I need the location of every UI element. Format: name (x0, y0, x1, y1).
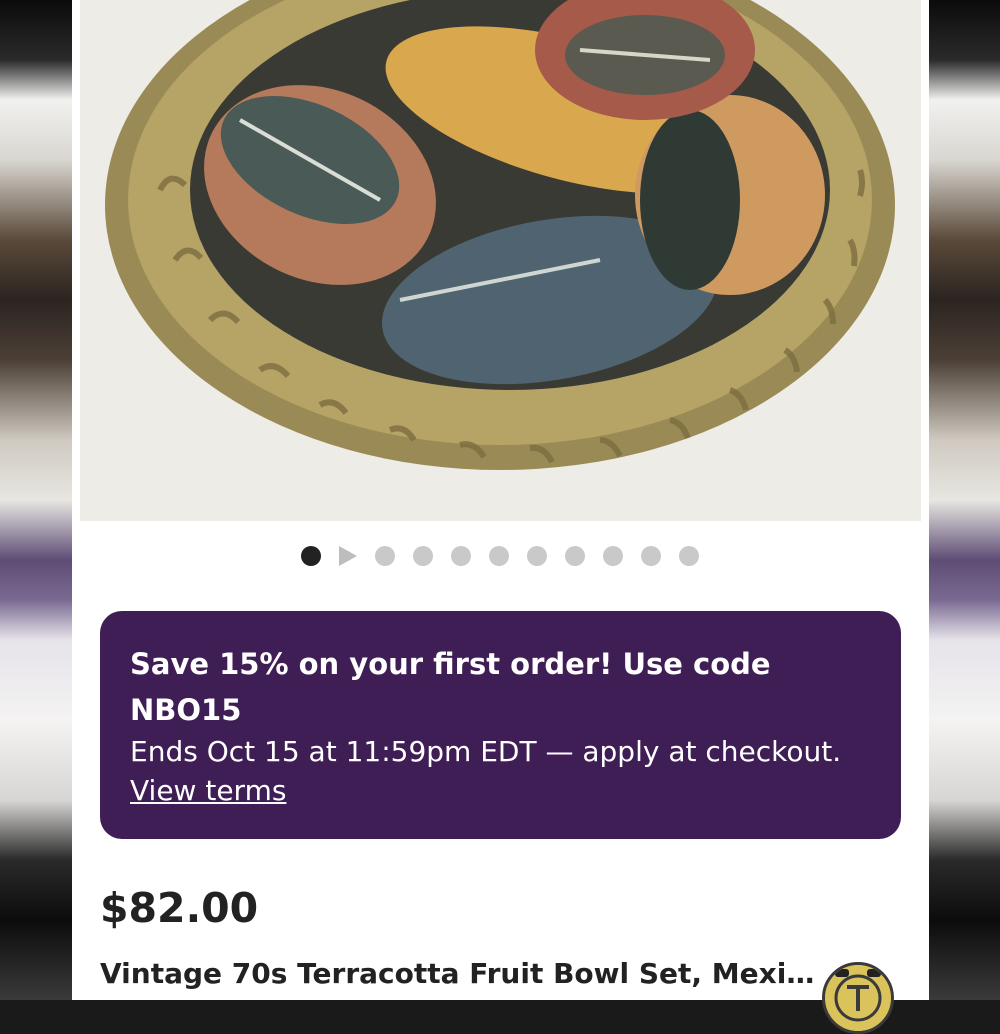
promo-banner: Save 15% on your first order! Use code N… (100, 611, 901, 839)
promo-subtitle: Ends Oct 15 at 11:59pm EDT — apply at ch… (130, 735, 842, 768)
shop-logo-icon (825, 965, 891, 1031)
view-terms-link[interactable]: View terms (130, 771, 286, 811)
shop-avatar-icon[interactable] (822, 962, 894, 1034)
gallery-dot-3[interactable] (375, 546, 395, 566)
listing-price: $82.00 (100, 884, 259, 932)
gallery-dot-4[interactable] (413, 546, 433, 566)
listing-photo[interactable] (80, 0, 921, 521)
video-play-icon[interactable] (339, 546, 357, 566)
promo-title: Save 15% on your first order! Use code N… (130, 647, 771, 727)
gallery-dot-6[interactable] (489, 546, 509, 566)
gallery-dot-8[interactable] (565, 546, 585, 566)
gallery-dot-1[interactable] (301, 546, 321, 566)
gallery-dot-9[interactable] (603, 546, 623, 566)
gallery-dot-11[interactable] (679, 546, 699, 566)
gallery-dot-5[interactable] (451, 546, 471, 566)
fruit-bowl-image (80, 0, 921, 521)
gallery-pagination (0, 540, 1000, 572)
gallery-dot-7[interactable] (527, 546, 547, 566)
listing-title[interactable]: Vintage 70s Terracotta Fruit Bowl Set, M… (100, 957, 820, 990)
gallery-dot-10[interactable] (641, 546, 661, 566)
